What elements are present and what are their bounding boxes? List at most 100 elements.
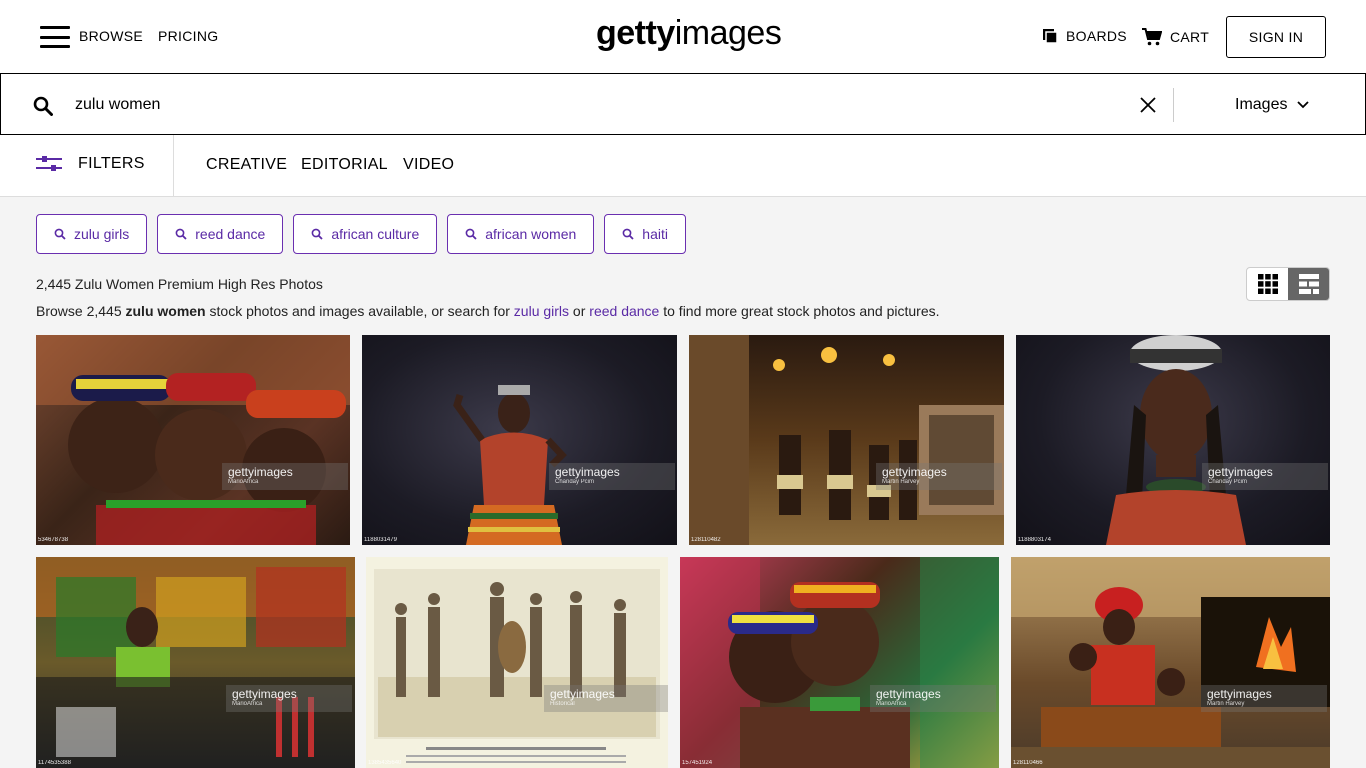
logo-light: images bbox=[674, 14, 782, 52]
image-id: 157451924 bbox=[682, 760, 713, 766]
cart-link[interactable]: CART bbox=[1142, 28, 1209, 46]
watermark-credit: Chanday Pcim bbox=[555, 479, 595, 485]
result-image[interactable]: gettyimages Martin Harvey 128110466 bbox=[1011, 557, 1330, 768]
result-image[interactable]: gettyimages MarioAfrica 1174535388 bbox=[36, 557, 355, 768]
search-icon bbox=[465, 228, 477, 240]
related-searches: zulu girls reed dance african culture af… bbox=[36, 214, 686, 254]
result-image[interactable]: gettyimages Historical 1385435640 bbox=[366, 557, 668, 768]
suggested-link[interactable]: zulu girls bbox=[514, 303, 569, 319]
related-pill-label: haiti bbox=[642, 226, 668, 242]
related-pill-label: african culture bbox=[331, 226, 420, 242]
watermark-brand: gettyimages bbox=[232, 687, 297, 701]
grid-icon bbox=[1257, 274, 1278, 294]
watermark-brand: gettyimages bbox=[876, 687, 941, 701]
result-image[interactable]: gettyimages Chanday Pcim 1188803174 bbox=[1016, 335, 1330, 545]
filters-button[interactable]: FILTERS bbox=[36, 155, 145, 173]
watermark-credit: MarioAfrica bbox=[228, 479, 259, 485]
cart-icon bbox=[1142, 28, 1162, 46]
watermark: gettyimages Chanday Pcim bbox=[549, 463, 675, 490]
watermark-credit: Historical bbox=[550, 701, 575, 707]
photo-placeholder bbox=[689, 335, 1004, 545]
watermark: gettyimages Martin Harvey bbox=[1201, 685, 1327, 712]
watermark-credit: Martin Harvey bbox=[1207, 701, 1245, 707]
photo-placeholder bbox=[36, 557, 355, 768]
search-icon[interactable] bbox=[33, 96, 53, 116]
result-image[interactable]: gettyimages Martin Harvey 128110482 bbox=[689, 335, 1004, 545]
related-pill[interactable]: reed dance bbox=[157, 214, 284, 254]
filter-divider bbox=[173, 135, 174, 197]
result-image[interactable]: gettyimages MarioAfrica 157451924 bbox=[680, 557, 999, 768]
grid-view-button[interactable] bbox=[1247, 268, 1288, 300]
desc-text: to find more great stock photos and pict… bbox=[659, 303, 940, 319]
suggested-link[interactable]: reed dance bbox=[589, 303, 659, 319]
cart-label: CART bbox=[1170, 29, 1210, 45]
filters-label: FILTERS bbox=[78, 155, 145, 172]
menu-icon[interactable] bbox=[40, 26, 70, 48]
related-pill[interactable]: haiti bbox=[604, 214, 686, 254]
image-id: 128110466 bbox=[1013, 760, 1043, 766]
tab-creative[interactable]: CREATIVE bbox=[206, 156, 287, 174]
search-type-label: Images bbox=[1235, 96, 1288, 113]
related-pill[interactable]: zulu girls bbox=[36, 214, 148, 254]
photo-placeholder bbox=[680, 557, 999, 768]
pricing-link[interactable]: PRICING bbox=[158, 28, 218, 44]
search-icon bbox=[175, 228, 187, 240]
search-bar: Images bbox=[0, 73, 1366, 135]
watermark: gettyimages Martin Harvey bbox=[876, 463, 1002, 490]
watermark: gettyimages Historical bbox=[544, 685, 668, 712]
related-pill[interactable]: african culture bbox=[293, 214, 438, 254]
desc-text: Browse 2,445 bbox=[36, 303, 126, 319]
watermark-credit: Martin Harvey bbox=[882, 479, 920, 485]
top-header: BROWSE PRICING gettyimages BOARDS CART S… bbox=[0, 0, 1366, 74]
watermark-brand: gettyimages bbox=[882, 465, 947, 479]
photo-placeholder bbox=[1106, 335, 1246, 545]
boards-icon bbox=[1043, 29, 1058, 44]
close-icon[interactable] bbox=[1139, 96, 1157, 114]
sliders-icon bbox=[36, 156, 62, 171]
search-icon bbox=[54, 228, 66, 240]
watermark-brand: gettyimages bbox=[1207, 687, 1272, 701]
related-pill-label: reed dance bbox=[195, 226, 266, 242]
result-image[interactable]: gettyimages MarioAfrica 534678738 bbox=[36, 335, 350, 545]
search-icon bbox=[622, 228, 634, 240]
desc-text: or bbox=[569, 303, 590, 319]
boards-label: BOARDS bbox=[1066, 28, 1127, 44]
watermark-brand: gettyimages bbox=[550, 687, 615, 701]
boards-link[interactable]: BOARDS bbox=[1042, 28, 1127, 44]
desc-query: zulu women bbox=[125, 303, 206, 319]
mosaic-icon bbox=[1298, 274, 1319, 294]
search-type-dropdown[interactable]: Images bbox=[1235, 96, 1310, 114]
filter-bar: FILTERS CREATIVE EDITORIAL VIDEO bbox=[0, 135, 1366, 197]
getty-logo[interactable]: gettyimages bbox=[596, 14, 782, 53]
sign-in-button[interactable]: SIGN IN bbox=[1226, 16, 1326, 58]
tab-editorial[interactable]: EDITORIAL bbox=[301, 156, 388, 174]
tab-video[interactable]: VIDEO bbox=[403, 156, 454, 174]
image-id: 1174535388 bbox=[38, 760, 71, 766]
image-id: 1385435640 bbox=[368, 760, 402, 766]
photo-placeholder bbox=[374, 569, 660, 763]
desc-text: stock photos and images available, or se… bbox=[205, 303, 514, 319]
result-count: 2,445 Zulu Women Premium High Res Photos bbox=[36, 276, 323, 292]
watermark-credit: Chanday Pcim bbox=[1208, 479, 1248, 485]
watermark-credit: MarioAfrica bbox=[876, 701, 907, 707]
watermark-brand: gettyimages bbox=[228, 465, 293, 479]
logo-bold: getty bbox=[596, 14, 675, 52]
related-pill-label: african women bbox=[485, 226, 577, 242]
image-id: 534678738 bbox=[38, 537, 69, 543]
image-id: 1188803174 bbox=[1018, 537, 1051, 543]
photo-placeholder bbox=[1011, 557, 1330, 768]
result-image[interactable]: gettyimages Chanday Pcim 1188031479 bbox=[362, 335, 677, 545]
search-input[interactable] bbox=[75, 92, 1115, 118]
related-pill[interactable]: african women bbox=[447, 214, 595, 254]
watermark: gettyimages MarioAfrica bbox=[222, 463, 348, 490]
browse-link[interactable]: BROWSE bbox=[79, 28, 143, 44]
image-id: 128110482 bbox=[691, 537, 721, 543]
watermark-brand: gettyimages bbox=[1208, 465, 1273, 479]
view-toggle bbox=[1246, 267, 1330, 301]
mosaic-view-button[interactable] bbox=[1288, 268, 1329, 300]
related-pill-label: zulu girls bbox=[74, 226, 130, 242]
watermark: gettyimages MarioAfrica bbox=[870, 685, 996, 712]
watermark-credit: MarioAfrica bbox=[232, 701, 263, 707]
photo-placeholder bbox=[36, 335, 350, 545]
image-id: 1188031479 bbox=[364, 537, 397, 543]
